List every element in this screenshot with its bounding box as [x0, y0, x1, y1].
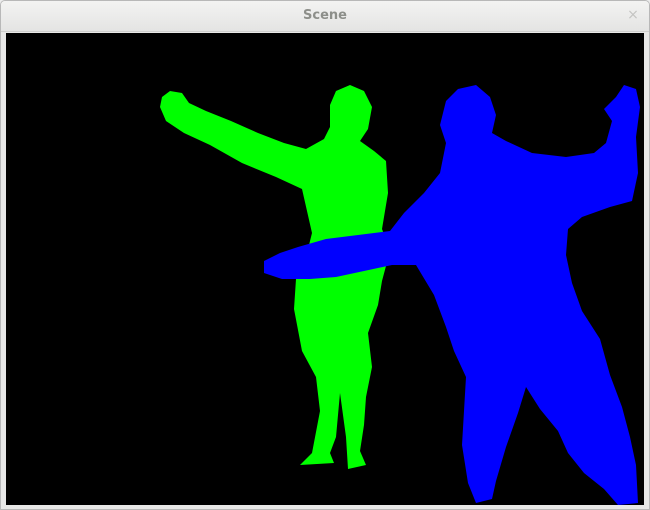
scene-svg — [160, 85, 640, 505]
person-1-silhouette — [160, 85, 390, 469]
close-icon[interactable]: × — [626, 7, 640, 23]
scene-canvas — [6, 33, 644, 505]
window-title: Scene — [303, 8, 347, 23]
title-bar[interactable]: Scene × — [1, 1, 649, 32]
scene-window: Scene × — [0, 0, 650, 510]
